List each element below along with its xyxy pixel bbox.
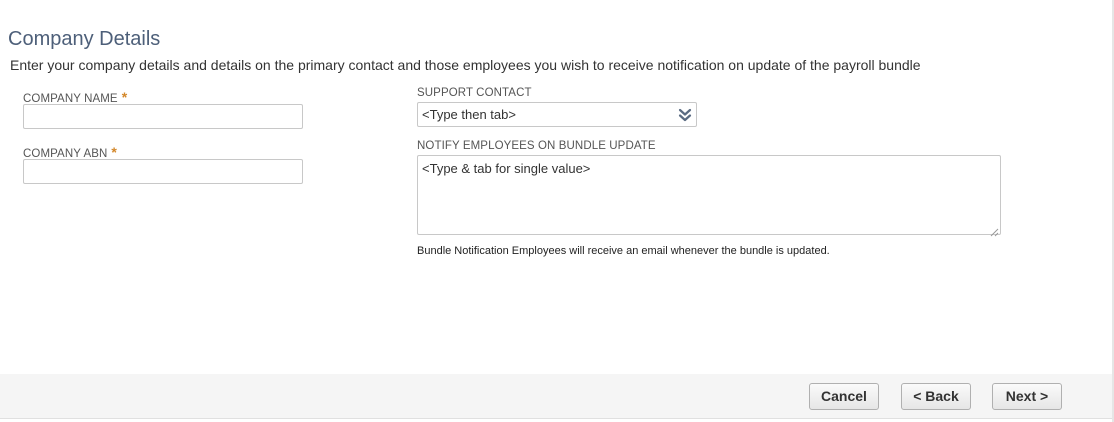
notify-employees-value: <Type & tab for single value> [422,161,591,176]
resize-handle-icon[interactable] [990,224,999,237]
next-button[interactable]: Next > [992,383,1062,410]
cancel-button[interactable]: Cancel [809,383,879,410]
back-button[interactable]: < Back [901,383,971,410]
required-marker: * [121,89,128,105]
company-abn-input[interactable] [23,159,303,184]
page-title: Company Details [8,28,161,50]
support-contact-label: SUPPORT CONTACT [417,87,532,99]
support-contact-select[interactable]: <Type then tab> [417,102,697,127]
notify-employees-textarea[interactable]: <Type & tab for single value> [417,155,1001,237]
company-name-label: COMPANY NAME * [23,89,127,105]
notify-employees-label: NOTIFY EMPLOYEES ON BUNDLE UPDATE [417,140,656,152]
footer-bar: Cancel < Back Next > [0,374,1112,419]
support-contact-value: <Type then tab> [422,107,516,122]
required-marker: * [111,144,117,160]
company-name-input[interactable] [23,104,303,129]
page-description: Enter your company details and details o… [10,57,921,73]
company-details-page: Company Details Enter your company detai… [0,0,1114,422]
double-chevron-down-icon[interactable] [678,107,692,123]
notify-employees-help: Bundle Notification Employees will recei… [417,245,830,257]
company-abn-label: COMPANY ABN * [23,144,117,160]
